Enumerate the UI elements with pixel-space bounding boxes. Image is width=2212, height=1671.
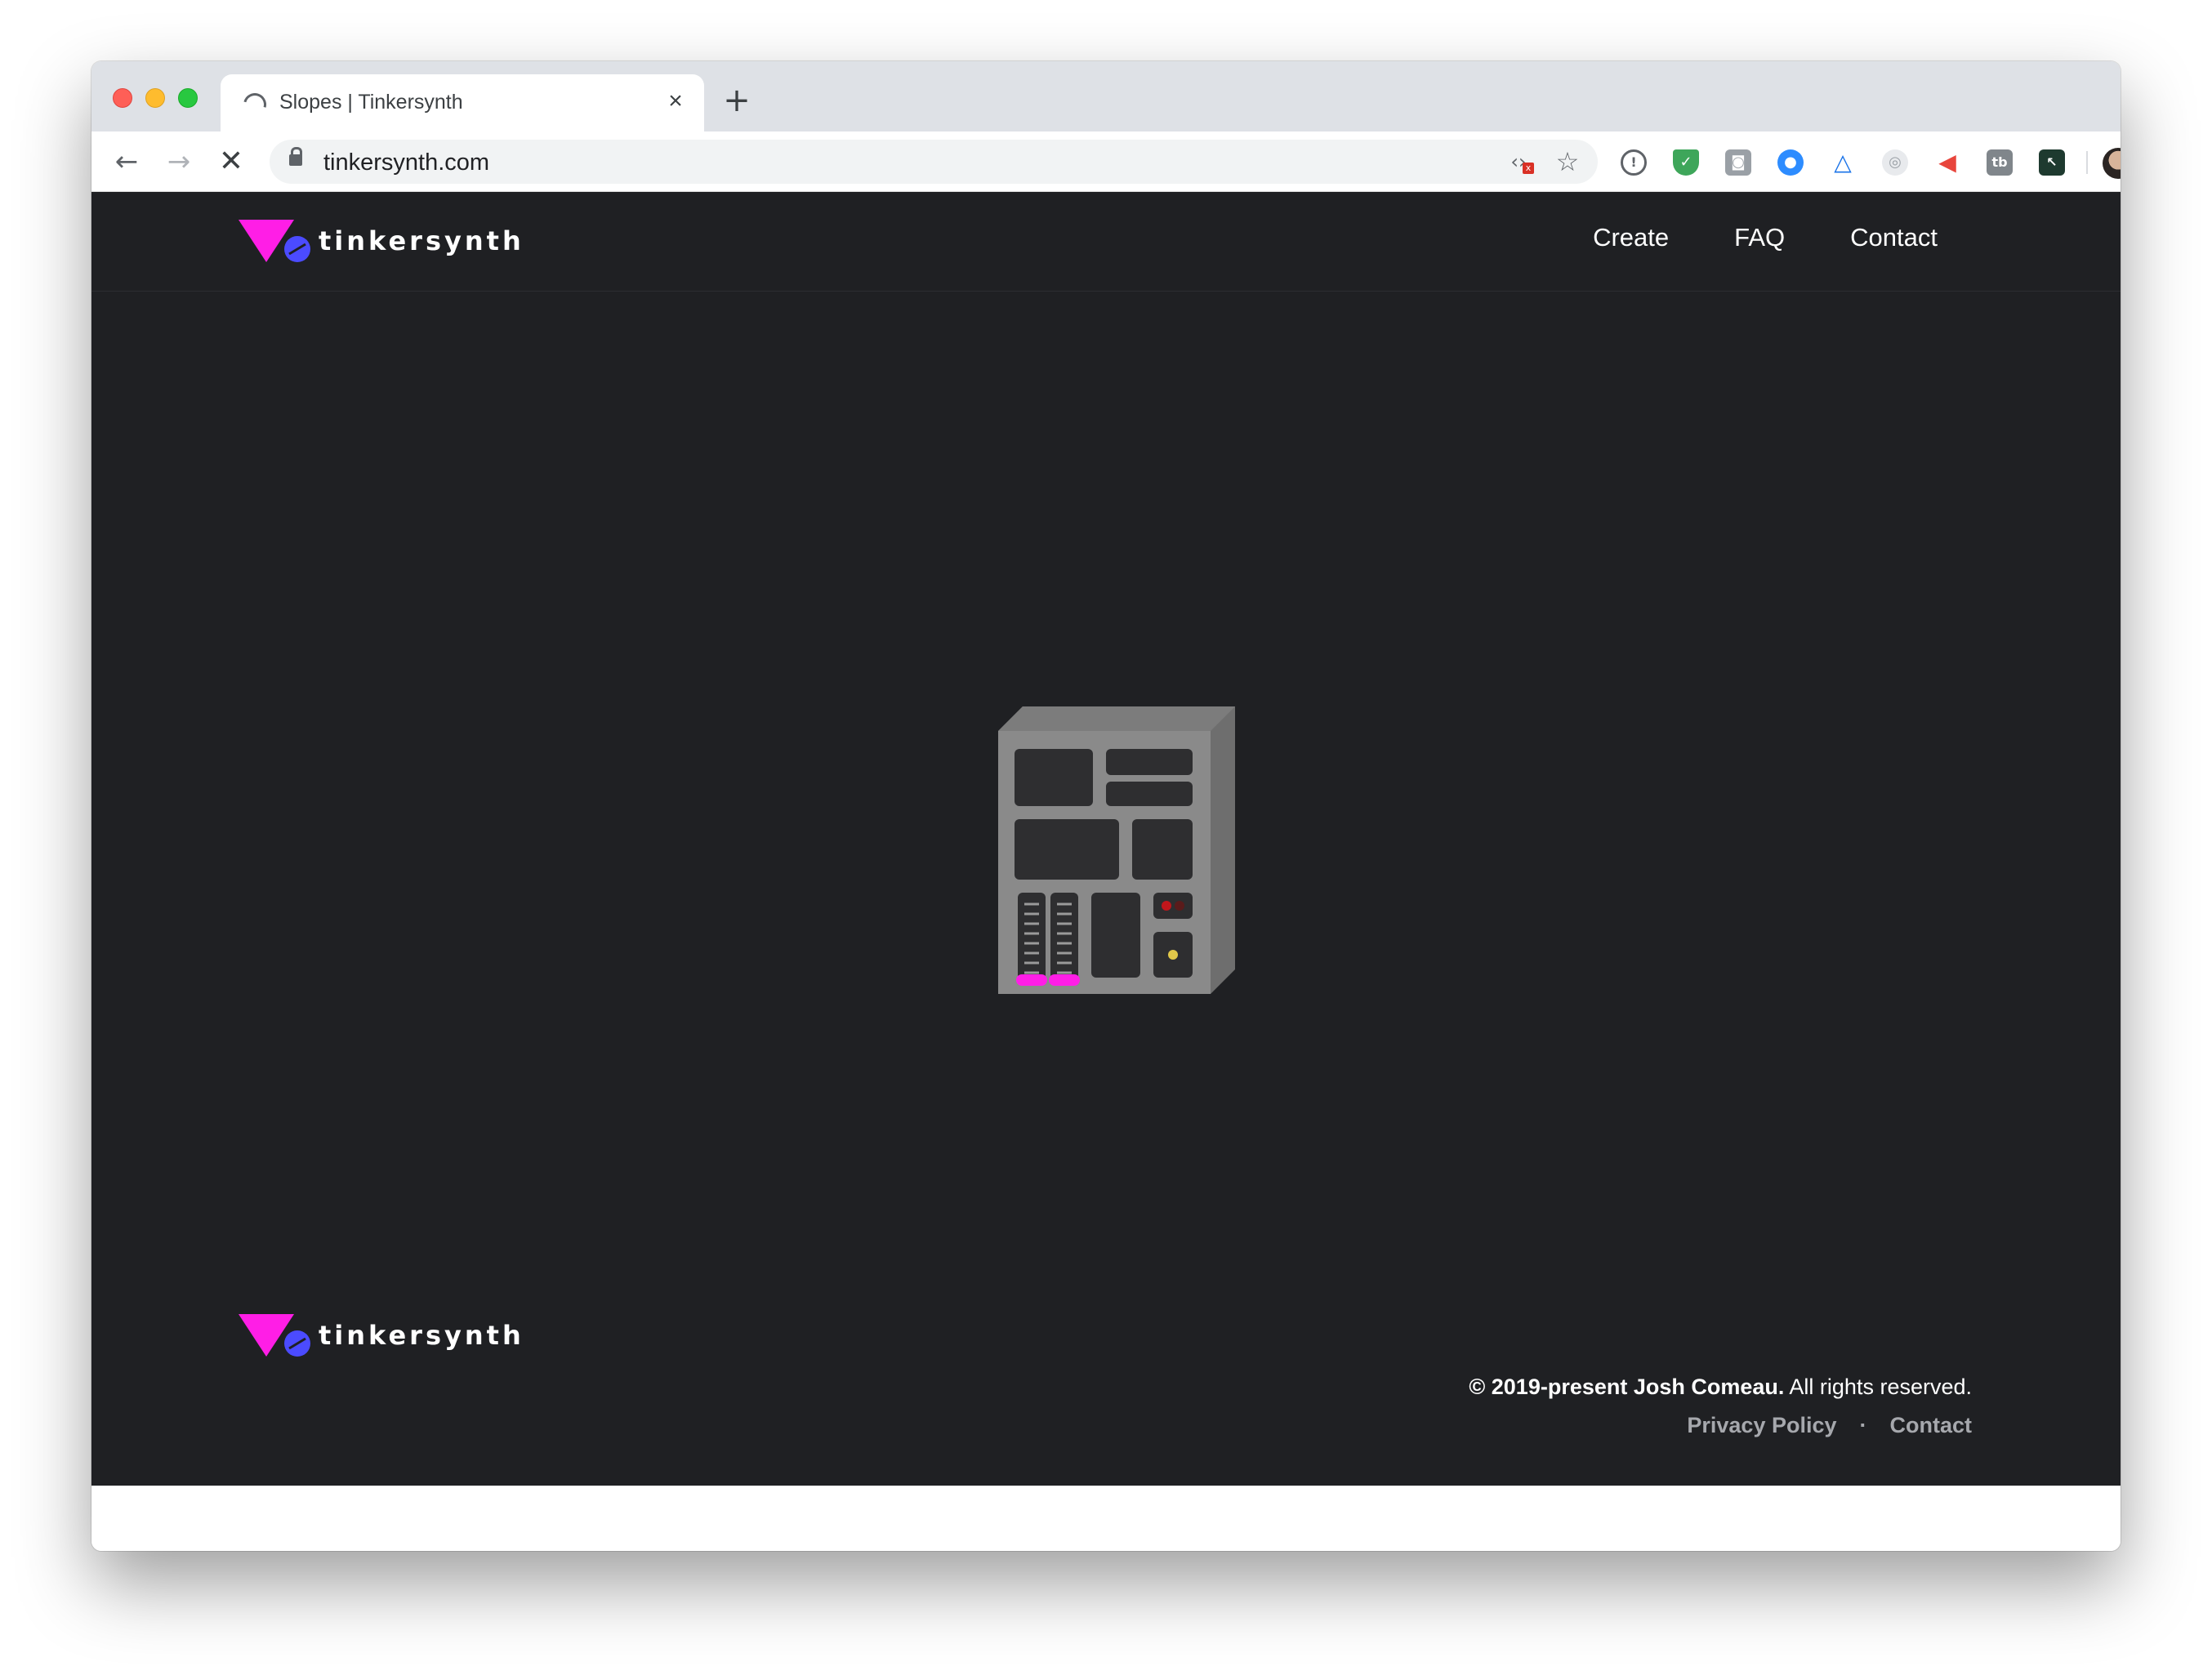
close-window-button[interactable]	[113, 88, 132, 108]
tinkersynth-logo-icon	[239, 220, 310, 262]
url-text[interactable]: tinkersynth.com	[323, 149, 489, 176]
tab-strip: Slopes | Tinkersynth × +	[91, 61, 2121, 131]
tab-close-button[interactable]: ×	[663, 89, 688, 114]
forward-button[interactable]: →	[162, 145, 196, 179]
copyright-rights: All rights reserved.	[1784, 1375, 1972, 1399]
lock-icon[interactable]	[289, 147, 302, 166]
nav-create[interactable]: Create	[1593, 223, 1669, 252]
page-content: tinkersynth Create FAQ Contact	[91, 192, 2121, 1486]
cursor-ext-icon[interactable]: ↖	[2039, 149, 2065, 176]
copyright-text: © 2019-present Josh Comeau. All rights r…	[1469, 1375, 1972, 1400]
tab-tinkersynth[interactable]: Slopes | Tinkersynth ×	[221, 74, 704, 131]
wheel-ext-icon[interactable]: ◎	[1882, 149, 1908, 176]
info-ext-icon[interactable]: !	[1621, 149, 1647, 176]
shield-ext-icon[interactable]: ✓	[1673, 149, 1699, 176]
main-nav: Create FAQ Contact	[1593, 223, 1938, 252]
tb-ext-icon[interactable]: tb	[1987, 149, 2013, 176]
megaphone-ext-icon[interactable]: ◀	[1934, 149, 1960, 176]
footer-links: Privacy Policy · Contact	[1469, 1413, 1972, 1438]
minimize-window-button[interactable]	[145, 88, 165, 108]
footer-meta: © 2019-present Josh Comeau. All rights r…	[1469, 1375, 1972, 1438]
footer-separator: ·	[1859, 1413, 1867, 1437]
camera-ext-icon[interactable]: ◙	[1725, 149, 1751, 176]
triangle-ext-icon[interactable]: △	[1830, 149, 1856, 176]
new-tab-button[interactable]: +	[720, 84, 753, 117]
loading-spinner-icon	[239, 88, 271, 121]
zoom-ext-icon[interactable]: ●	[1777, 149, 1804, 176]
footer-contact-link[interactable]: Contact	[1890, 1413, 1973, 1438]
address-bar[interactable]: tinkersynth.com ‹› x ☆	[270, 140, 1598, 184]
footer-privacy-link[interactable]: Privacy Policy	[1687, 1413, 1836, 1438]
maximize-window-button[interactable]	[178, 88, 198, 108]
browser-window: Slopes | Tinkersynth × + ← → ✕ tinkersyn…	[91, 61, 2121, 1551]
synth-machine-loading-illustration	[998, 706, 1235, 994]
tab-title: Slopes | Tinkersynth	[279, 91, 463, 114]
footer-brand-wordmark: tinkersynth	[319, 1320, 524, 1351]
stop-loading-button[interactable]: ✕	[214, 145, 248, 179]
header-logo[interactable]: tinkersynth	[239, 215, 524, 267]
browser-toolbar: ← → ✕ tinkersynth.com ‹› x ☆ ! ✓ ◙ ● △ ◎ …	[91, 131, 2121, 192]
code-blocked-icon[interactable]: ‹› x	[1505, 148, 1534, 176]
back-button[interactable]: ←	[109, 145, 144, 179]
site-header: tinkersynth Create FAQ Contact	[91, 192, 2121, 292]
nav-faq[interactable]: FAQ	[1734, 223, 1785, 252]
profile-avatar[interactable]	[2103, 148, 2121, 179]
tinkersynth-logo-icon	[239, 1314, 310, 1357]
bookmark-star-icon[interactable]: ☆	[1554, 148, 1581, 176]
copyright-owner: © 2019-present Josh Comeau.	[1469, 1375, 1785, 1399]
footer-logo[interactable]: tinkersynth	[239, 1309, 524, 1361]
nav-contact[interactable]: Contact	[1850, 223, 1938, 252]
toolbar-divider	[2086, 151, 2088, 174]
brand-wordmark: tinkersynth	[319, 225, 524, 256]
page-bottom-area	[91, 1486, 2121, 1551]
